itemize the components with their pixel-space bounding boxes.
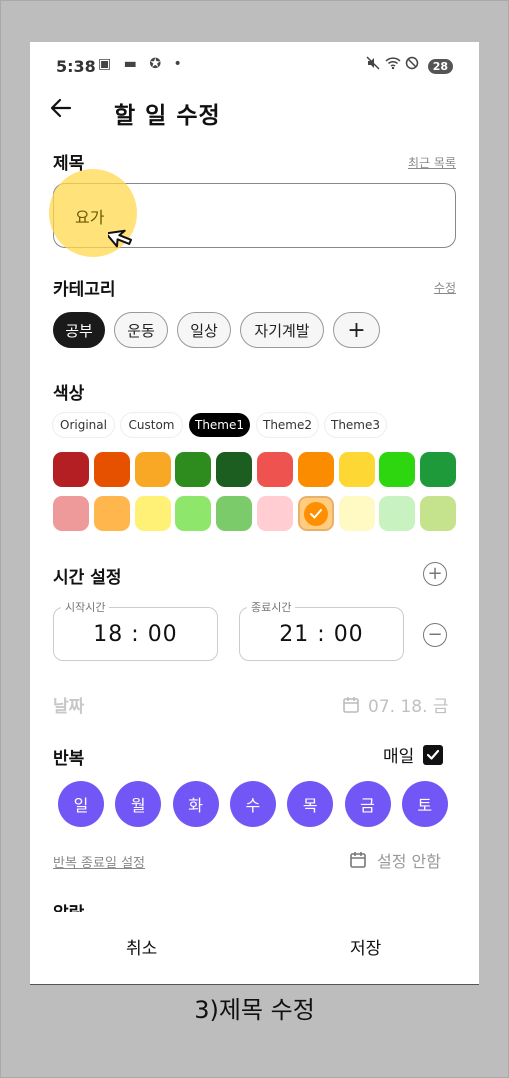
footer-bar [30,912,479,984]
category-chip-study[interactable]: 공부 [53,312,105,348]
repeat-days: 일월화수목금토 [58,781,452,827]
color-swatch[interactable] [379,452,416,487]
color-swatch[interactable] [257,496,293,531]
remove-time-button[interactable]: − [423,623,447,647]
theme-theme3[interactable]: Theme3 [325,413,386,437]
daily-toggle[interactable]: 매일 [383,742,444,767]
check-icon [427,749,440,760]
repeat-day-button[interactable]: 수 [229,781,276,827]
theme-theme1[interactable]: Theme1 [189,413,250,437]
repeat-day-button[interactable]: 목 [287,781,334,827]
color-swatch[interactable] [93,452,130,487]
start-time-field[interactable]: 18 : 00 [53,607,218,661]
block-icon [405,56,423,74]
color-swatch[interactable] [297,496,334,531]
pointer-cursor-icon [105,222,138,256]
battery-badge: 28 [427,58,453,74]
color-swatch[interactable] [297,452,334,487]
color-swatch[interactable] [175,452,212,487]
caption: 3)제목 수정 [194,996,315,1024]
frame-bottom-line [30,984,479,985]
repeat-day-button[interactable]: 금 [344,781,391,827]
color-swatch[interactable] [134,496,171,531]
color-label: 색상 [53,384,85,404]
repeat-label: 반복 [53,749,85,769]
time-label: 시간 설정 [53,568,122,588]
add-time-button[interactable]: + [423,562,447,586]
swatch-row-2 [53,496,457,531]
page-title: 할 일 수정 [114,103,221,129]
category-label: 카테고리 [53,280,116,300]
status-time: 5:38 [56,57,96,76]
alarm-label: 알람 [53,899,84,912]
calendar-icon [343,696,359,713]
mute-icon [366,56,384,74]
minus-icon: − [427,624,443,645]
cancel-button[interactable]: 취소 [126,934,157,959]
color-swatch[interactable] [257,452,293,487]
color-swatch[interactable] [53,496,89,531]
arrow-left-icon [50,98,72,118]
category-chip-daily[interactable]: 일상 [177,312,231,348]
theme-original[interactable]: Original [53,413,114,437]
theme-custom[interactable]: Custom [121,413,182,437]
end-time-field[interactable]: 21 : 00 [239,607,404,661]
color-swatch[interactable] [379,496,416,531]
theme-theme2[interactable]: Theme2 [257,413,318,437]
color-swatch[interactable] [93,496,130,531]
repeat-day-button[interactable]: 토 [401,781,448,827]
wifi-icon [385,57,405,74]
category-edit-link[interactable]: 수정 [434,279,456,296]
repeat-end-link[interactable]: 반복 종료일 설정 [53,852,145,871]
color-swatch[interactable] [420,496,457,531]
status-right-icons: 28 [366,56,453,74]
alarm-label-clip: 알람 [53,899,84,912]
date-picker[interactable]: 07. 18. 금 [342,692,449,717]
color-swatch[interactable] [134,452,171,487]
title-input-value: 요가 [75,208,105,227]
category-chip-exercise[interactable]: 운동 [114,312,168,348]
plus-icon: + [427,563,443,584]
color-swatch[interactable] [216,496,253,531]
calendar-icon [350,852,366,868]
color-swatch[interactable] [53,452,89,487]
repeat-day-button[interactable]: 화 [172,781,219,827]
back-button[interactable] [50,96,72,126]
status-left-icons: ▣ ▬ ✪ • [98,56,186,72]
color-swatch[interactable] [338,496,375,531]
repeat-day-button[interactable]: 월 [115,781,162,827]
category-chip-self-dev[interactable]: 자기계발 [240,312,324,348]
start-time-label: 시작시간 [61,599,110,615]
repeat-end-value: 설정 안함 [377,852,441,871]
repeat-end-picker[interactable]: 설정 안함 [349,848,441,872]
daily-checkbox[interactable] [423,744,444,765]
daily-label: 매일 [383,747,415,767]
color-swatch[interactable] [420,452,457,487]
color-swatch[interactable] [338,452,375,487]
color-swatch[interactable] [175,496,212,531]
swatch-row-1 [53,452,457,487]
save-button[interactable]: 저장 [350,934,381,959]
end-time-label: 종료시간 [247,599,296,615]
check-circle-icon [303,501,328,526]
recent-list-link[interactable]: 최근 목록 [408,154,456,171]
date-label: 날짜 [53,697,85,717]
color-swatch[interactable] [216,452,253,487]
phone-screen: 5:38 ▣ ▬ ✪ • 28 할 일 수정 제목 최근 목록 요가 카테고리 … [30,42,479,984]
date-value: 07. 18. 금 [368,697,449,717]
repeat-day-button[interactable]: 일 [58,781,104,827]
add-category-button[interactable]: + [333,312,380,348]
